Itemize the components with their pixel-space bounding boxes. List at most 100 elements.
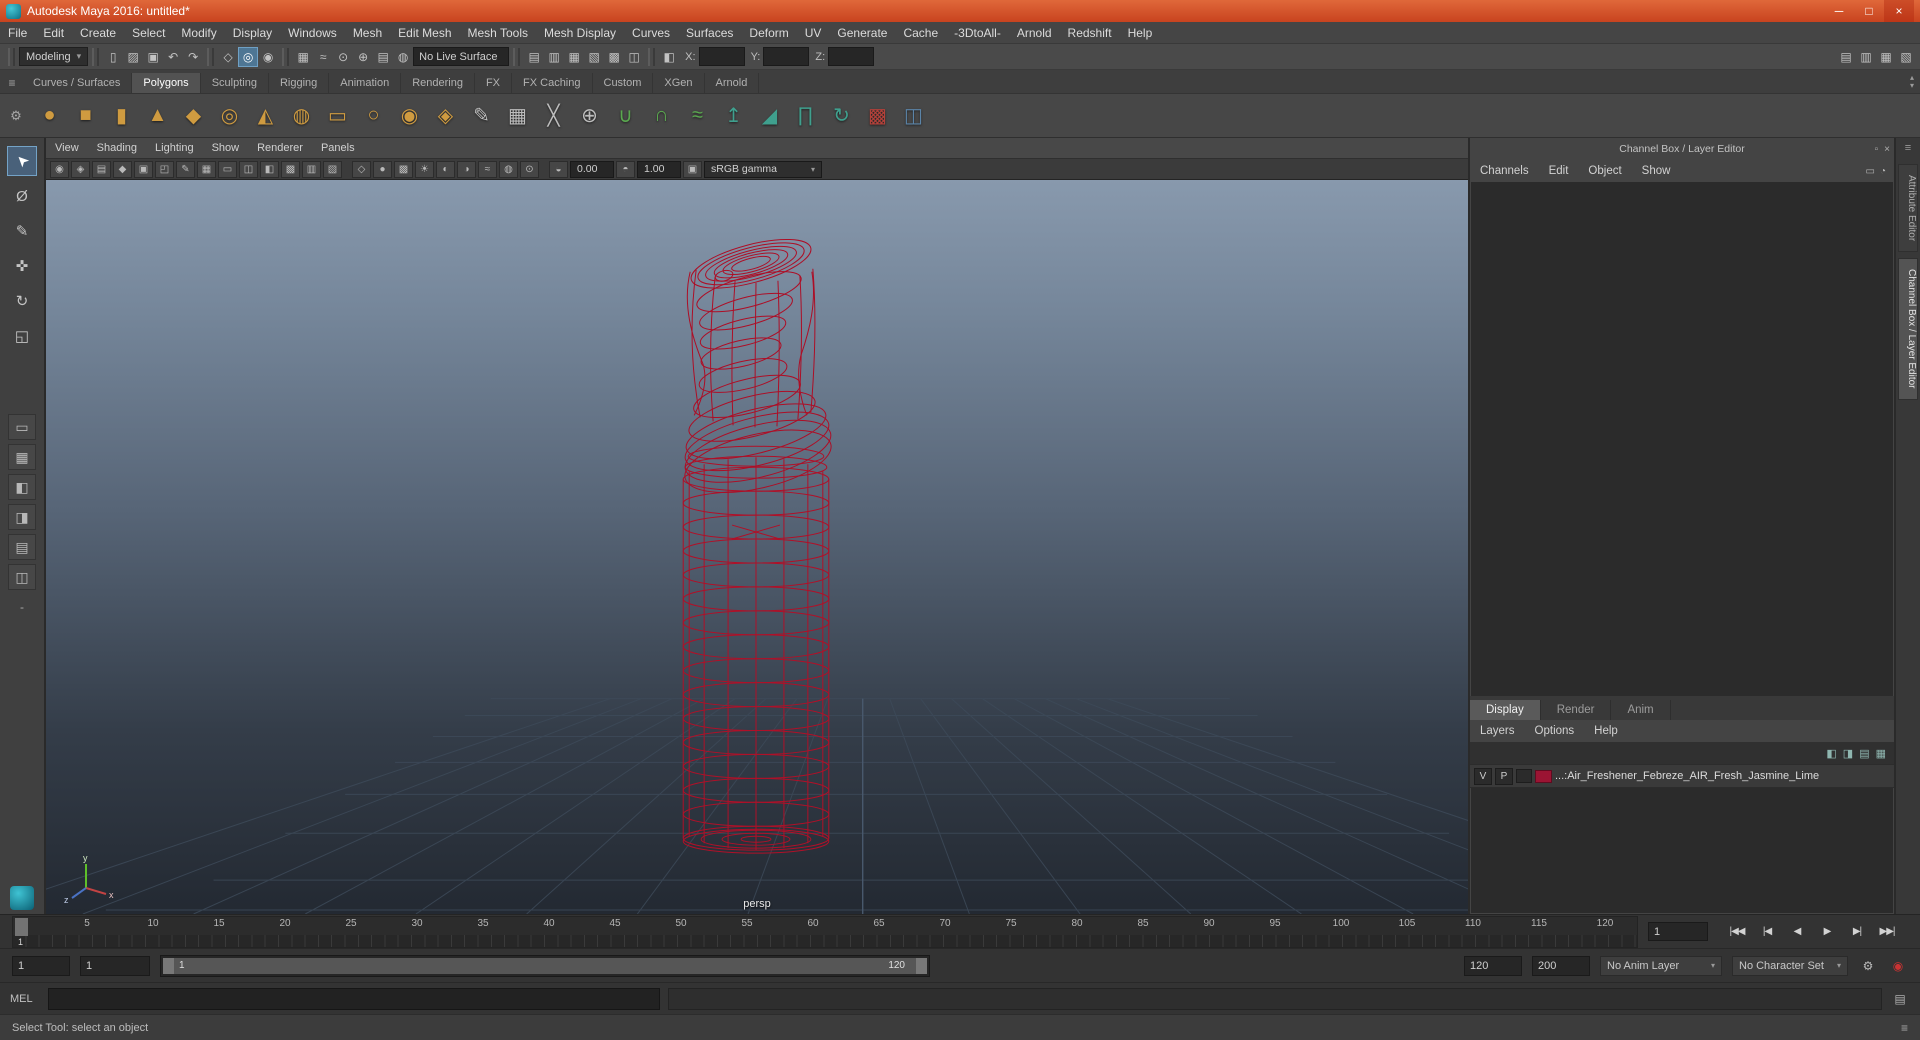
playback-end-field[interactable]: 120 [1464, 955, 1522, 976]
open-scene-icon[interactable]: ▨ [123, 47, 143, 67]
paint-select-tool[interactable]: ✎ [7, 216, 37, 246]
layer-color-swatch[interactable] [1535, 769, 1552, 783]
isolate-select-icon[interactable]: ⊙ [520, 160, 539, 178]
minimize-button[interactable]: ─ [1824, 0, 1854, 22]
quad-draw-tool-icon[interactable]: ▦ [501, 99, 534, 132]
poly-pipe-icon[interactable]: ◍ [285, 99, 318, 132]
panel-menu-item[interactable]: Panels [312, 142, 364, 154]
shadows-icon[interactable]: ◐ [436, 160, 455, 178]
group-grip[interactable] [282, 47, 290, 66]
wireframe-icon[interactable]: ◇ [352, 160, 371, 178]
menu-item[interactable]: -3DtoAll- [946, 22, 1009, 43]
colorspace-icon[interactable]: ▣ [683, 160, 702, 178]
ipr-render-icon[interactable]: ◫ [624, 47, 644, 67]
menu-item[interactable]: Mesh Tools [460, 22, 536, 43]
shelf-tab[interactable]: Rigging [269, 73, 330, 93]
poly-disc-icon[interactable]: ○ [357, 99, 390, 132]
play-backwards-button[interactable]: ◀ [1784, 920, 1810, 944]
close-button[interactable]: × [1884, 0, 1914, 22]
group-grip[interactable] [648, 47, 656, 66]
layer-visibility-icon[interactable]: ◧ [1826, 747, 1836, 760]
new-scene-icon[interactable]: ▯ [103, 47, 123, 67]
combine-icon[interactable]: ∪ [609, 99, 642, 132]
snap-view-plane-icon[interactable]: ▤ [373, 47, 393, 67]
uv-editor-layout[interactable]: ◫ [8, 564, 36, 590]
grid-icon[interactable]: ▦ [197, 160, 216, 178]
time-slider-track[interactable]: 5 10 15 20 25 30 35 40 45 50 55 60 65 70 75 80 85 90 95 100… [12, 915, 1638, 948]
panel-menu-item[interactable]: Lighting [146, 142, 203, 154]
layer-editor-tab[interactable]: Anim [1611, 700, 1671, 720]
panel-menu-item[interactable]: Renderer [248, 142, 312, 154]
smooth-icon[interactable]: ≈ [681, 99, 714, 132]
animation-end-field[interactable]: 200 [1532, 955, 1590, 976]
select-component-icon[interactable]: ◉ [258, 47, 278, 67]
channel-box-header[interactable]: Channel Box / Layer Editor ▫ × [1470, 138, 1894, 160]
command-language-label[interactable]: MEL [10, 993, 40, 1005]
poly-torus-icon[interactable]: ◎ [213, 99, 246, 132]
bookmark-icon[interactable]: ◆ [113, 160, 132, 178]
playback-start-field[interactable]: 1 [80, 955, 150, 976]
animation-start-field[interactable]: 1 [12, 955, 70, 976]
layer-visible-toggle[interactable]: V [1474, 767, 1492, 785]
shelf-tab[interactable]: Arnold [705, 73, 760, 93]
motion-blur-icon[interactable]: ≈ [478, 160, 497, 178]
spin-edge-icon[interactable]: ↻ [825, 99, 858, 132]
menu-item[interactable]: Windows [280, 22, 345, 43]
input-operations-icon[interactable]: ▤ [524, 47, 544, 67]
create-polygon-tool-icon[interactable]: ✎ [465, 99, 498, 132]
menu-item[interactable]: Mesh Display [536, 22, 624, 43]
camera-icon[interactable]: ◉ [50, 160, 69, 178]
panel-menu-item[interactable]: Show [203, 142, 249, 154]
menu-item[interactable]: Surfaces [678, 22, 741, 43]
extrude-icon[interactable]: ↥ [717, 99, 750, 132]
shelf-tab[interactable]: Animation [329, 73, 402, 93]
construction-history-icon[interactable]: ▧ [584, 47, 604, 67]
group-grip[interactable] [8, 47, 15, 66]
channel-list-area[interactable] [1471, 182, 1893, 696]
shelf-scroll[interactable]: ▴ ▾ [1906, 70, 1918, 93]
gamma-field[interactable]: 1.00 [637, 160, 681, 178]
menu-item[interactable]: Cache [895, 22, 946, 43]
render-view-icon[interactable]: ▩ [604, 47, 624, 67]
menu-item[interactable]: Mesh [345, 22, 390, 43]
menu-item[interactable]: Select [124, 22, 173, 43]
boolean-icon[interactable]: ▩ [861, 99, 894, 132]
step-forward-button[interactable]: ▶| [1844, 920, 1870, 944]
layer-playback-icon[interactable]: ◨ [1843, 747, 1853, 760]
layer-mode-box[interactable] [1516, 769, 1532, 783]
channel-box-toggle-icon[interactable]: ▧ [1896, 47, 1916, 67]
hypershade-layout[interactable]: ▤ [8, 534, 36, 560]
animation-preferences-icon[interactable]: ⚙ [1858, 959, 1878, 973]
layer-playback-toggle[interactable]: P [1495, 767, 1513, 785]
menu-item[interactable]: Generate [829, 22, 895, 43]
command-input[interactable] [48, 987, 660, 1010]
lock-camera-icon[interactable]: ◈ [71, 160, 90, 178]
layer-editor-tab[interactable]: Render [1541, 700, 1612, 720]
range-end-handle[interactable] [916, 957, 927, 974]
menu-item[interactable]: Deform [741, 22, 796, 43]
exposure-field[interactable]: 0.00 [570, 160, 614, 178]
separate-icon[interactable]: ∩ [645, 99, 678, 132]
menu-item[interactable]: UV [797, 22, 830, 43]
poly-pyramid-icon[interactable]: ◭ [249, 99, 282, 132]
symmetry-icon[interactable]: ◧ [659, 47, 679, 67]
shelf-tab[interactable]: Curves / Surfaces [22, 73, 133, 93]
snap-curve-icon[interactable]: ≈ [313, 47, 333, 67]
select-hierarchy-icon[interactable]: ◇ [218, 47, 238, 67]
select-tool[interactable]: ➤ [7, 146, 37, 176]
layout-collapse-button[interactable]: - [20, 600, 24, 614]
persp-outliner-layout[interactable]: ◧ [8, 474, 36, 500]
panel-menu-item[interactable]: View [46, 142, 88, 154]
shelf-tab[interactable]: FX Caching [512, 73, 593, 93]
sidebar-menu-icon[interactable]: ≡ [1905, 142, 1911, 154]
layer-editor-menu-item[interactable]: Layers [1470, 725, 1525, 737]
z-coord-field[interactable] [828, 47, 875, 66]
input-connections-icon[interactable]: ▥ [544, 47, 564, 67]
display-layer-row[interactable]: V P ...:Air_Freshener_Febreze_AIR_Fresh_… [1470, 764, 1894, 788]
character-set-selector[interactable]: No Character Set ▾ [1732, 955, 1848, 976]
channel-box-menu-item[interactable]: Channels [1470, 165, 1539, 177]
auto-keyframe-icon[interactable]: ◉ [1888, 959, 1908, 973]
pan-zoom-icon[interactable]: ◰ [155, 160, 174, 178]
menu-item[interactable]: Edit Mesh [390, 22, 459, 43]
safe-action-icon[interactable]: ▥ [302, 160, 321, 178]
